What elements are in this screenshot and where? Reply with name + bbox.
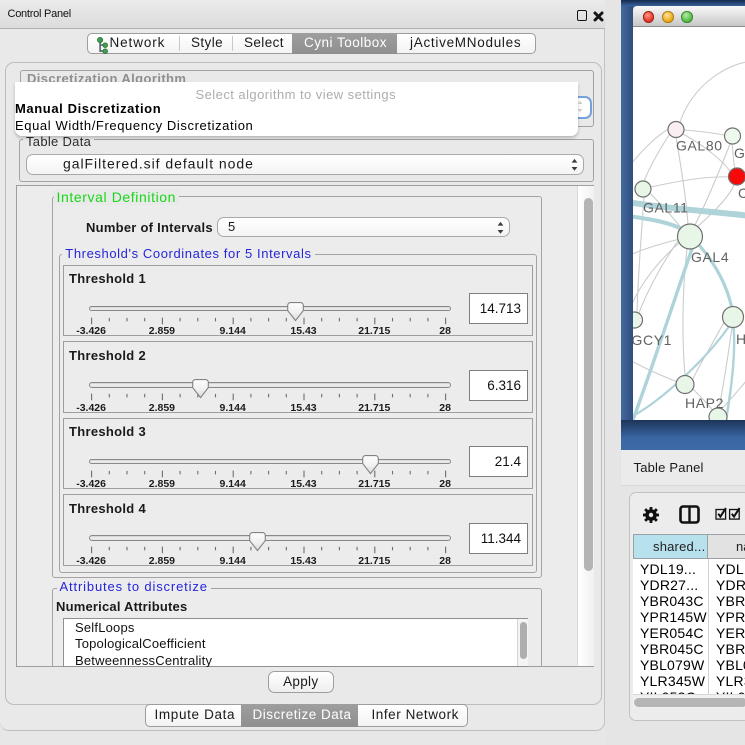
svg-text:GAL11: GAL11 (643, 200, 689, 216)
svg-text:H: H (736, 331, 745, 347)
svg-text:GAL4: GAL4 (691, 249, 729, 265)
svg-text:GCY1: GCY1 (633, 332, 672, 348)
svg-text:HAP2: HAP2 (685, 395, 724, 411)
svg-text:C: C (738, 185, 745, 201)
svg-text:GA: GA (734, 145, 745, 161)
svg-text:GAL80: GAL80 (676, 138, 723, 154)
